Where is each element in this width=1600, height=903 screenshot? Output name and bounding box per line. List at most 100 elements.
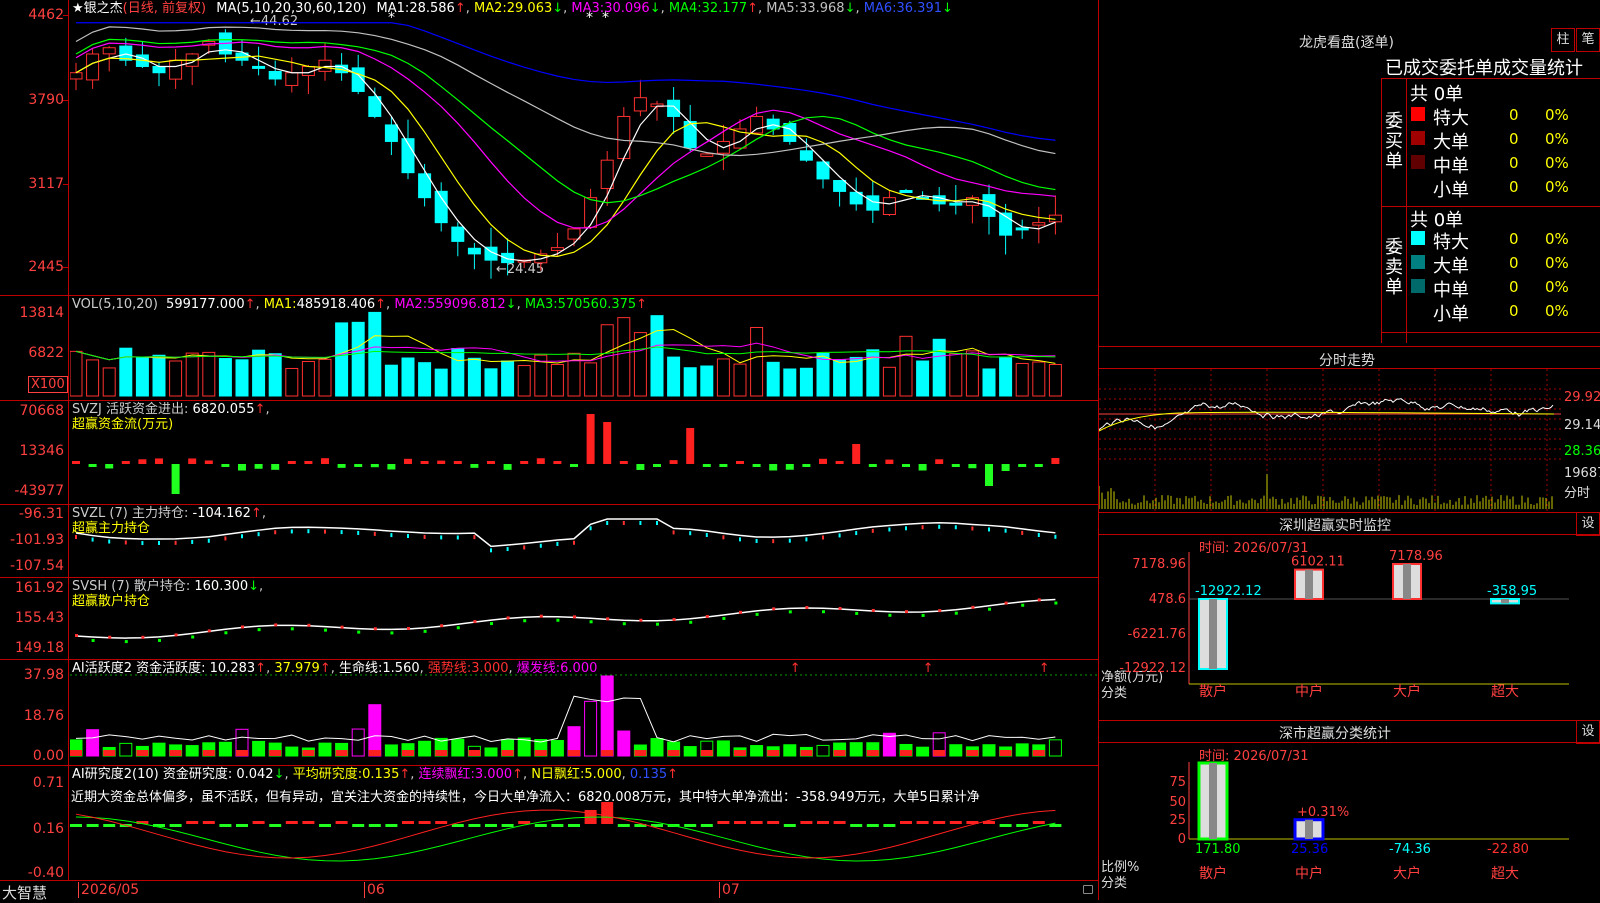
legend-swatch [1411, 179, 1425, 193]
sz-class-panel[interactable]: 深市超赢分类统计 设 时间: 2026/07/31 比例% 分类 75 50 25 0… [1099, 720, 1600, 900]
position-tick [672, 530, 675, 535]
fund-flow-bar [835, 461, 844, 464]
position-tick [954, 525, 957, 530]
volume-panel[interactable]: 13814 6822 X100 VOL(5,10,20) 599177.000↑… [0, 296, 1098, 401]
candlestick-chart[interactable]: * * * [70, 0, 1098, 295]
volume-bar [202, 351, 216, 397]
position-tick [589, 526, 592, 531]
intraday-panel[interactable]: 分时走势 29.92 29.14 28.36 19687 分时 [1099, 346, 1600, 511]
sz-class-chart[interactable]: 75 50 25 0 171.80 散户 25.36 中户 -74.36 大户 -22.80 超大 +0… [1099, 720, 1600, 900]
position-tick [108, 635, 112, 639]
volume-bar [899, 335, 913, 397]
position-tick [91, 639, 95, 643]
volume-bar [949, 353, 963, 397]
position-tick [506, 616, 510, 620]
position-tick [871, 528, 874, 533]
class-category: 超大 [1491, 866, 1519, 882]
volume-bar [833, 359, 847, 397]
stroke-view-button[interactable]: 笔 [1576, 28, 1600, 52]
ai-research-panel[interactable]: 0.71 0.16 -0.40 AI研究度2(10) 资金研究度: 0.042↓… [0, 766, 1098, 880]
bar-view-button[interactable]: 柱 [1551, 28, 1575, 52]
fund-flow-bar [487, 461, 495, 464]
position-tick [905, 526, 907, 531]
class-bar-value: 171.80 [1195, 842, 1241, 857]
fund-flow-bar [603, 422, 612, 464]
position-tick [755, 538, 758, 543]
intraday-chart[interactable] [1099, 369, 1561, 511]
svzj-chart[interactable] [70, 401, 1098, 504]
lock-icon[interactable] [1083, 885, 1093, 894]
research-bar [1016, 824, 1029, 827]
svsh-axis: 161.92 155.43 149.18 [0, 578, 69, 659]
ai-active-chart[interactable]: ↑ ↑ ↑ [70, 660, 1098, 765]
svzl-chart[interactable] [70, 505, 1098, 577]
activity-base [933, 750, 946, 756]
volume-bar [783, 368, 797, 397]
svzj-panel[interactable]: 70668 13346 -43977 SVZJ 活跃资金进出: 6820.055… [0, 401, 1098, 505]
svzl-panel[interactable]: -96.31 -101.93 -107.54 SVZL (7) 主力持仓: -1… [0, 505, 1098, 578]
volume-unit: X100 [28, 376, 68, 393]
position-tick [539, 614, 543, 618]
activity-base [534, 750, 547, 756]
position-tick [423, 534, 426, 539]
position-tick [772, 539, 775, 544]
fund-flow-bar [653, 464, 661, 467]
position-tick [822, 535, 824, 540]
position-tick [788, 538, 791, 543]
fund-flow-bar [951, 464, 960, 467]
sz-monitor-panel[interactable]: 深圳超赢实时监控 设 时间: 2026/07/31 净额(万元) 分类 7178… [1099, 512, 1600, 720]
order-count: 0 [1509, 106, 1519, 124]
ai-active-panel[interactable]: 37.98 18.76 0.00 AI活跃度2 资金活跃度: 10.283↑, … [0, 660, 1098, 766]
svzl-axis: -96.31 -101.93 -107.54 [0, 505, 69, 577]
activity-base [833, 750, 846, 756]
ai-research-chart[interactable] [70, 766, 1098, 880]
price-tick: 3790 [28, 92, 64, 108]
intraday-vol-label: 19687 [1564, 466, 1600, 481]
research-bar [933, 821, 946, 824]
price-tick: 2445 [28, 259, 64, 275]
candle-body [633, 97, 647, 112]
candle-panel[interactable]: 4462 3790 3117 2445 ★银之杰(日线, 前复权) MA(5,1… [0, 0, 1098, 296]
fund-flow-bar [520, 461, 529, 464]
research-bar [385, 824, 398, 827]
research-bar [717, 821, 730, 824]
position-tick [506, 547, 509, 552]
candle-body [384, 124, 398, 142]
position-tick [971, 526, 974, 531]
volume-bar [351, 321, 365, 397]
position-tick [573, 615, 576, 619]
sz-monitor-chart[interactable]: 7178.96 478.6 -6221.76 -12922.12 -12922.12 散户… [1099, 512, 1600, 720]
volume-chart[interactable] [70, 296, 1098, 400]
candle-body [268, 70, 282, 80]
volume-bar [119, 347, 133, 397]
research-bar [883, 824, 896, 827]
fund-flow-bar [271, 464, 280, 470]
research-bar [999, 824, 1012, 827]
position-tick [307, 623, 311, 627]
svsh-chart[interactable] [70, 578, 1098, 659]
activity-base [601, 750, 614, 756]
research-bar [949, 821, 962, 824]
position-tick [473, 620, 477, 624]
position-tick [523, 619, 527, 623]
position-tick [324, 628, 327, 632]
date-axis[interactable]: 大智慧 2026/05 06 07 [0, 880, 1098, 902]
svzj-tick: -43977 [14, 483, 64, 499]
position-tick [656, 521, 658, 525]
activity-bar [617, 730, 631, 757]
volume-bar [384, 364, 398, 397]
position-tick [407, 626, 410, 630]
svzj-tick: 13346 [19, 443, 64, 459]
research-bar [485, 824, 497, 827]
activity-bar [351, 728, 365, 757]
position-tick [108, 539, 111, 544]
activity-bar [916, 746, 930, 757]
svsh-panel[interactable]: 161.92 155.43 149.18 SVSH (7) 散户持仓: 160.… [0, 578, 1098, 660]
activity-bar [783, 744, 797, 757]
research-bar [368, 824, 381, 827]
volume-bar [550, 363, 564, 397]
volume-bar [218, 358, 232, 397]
position-tick [1037, 598, 1041, 602]
position-tick [207, 538, 210, 543]
fund-flow-bar [669, 460, 678, 464]
